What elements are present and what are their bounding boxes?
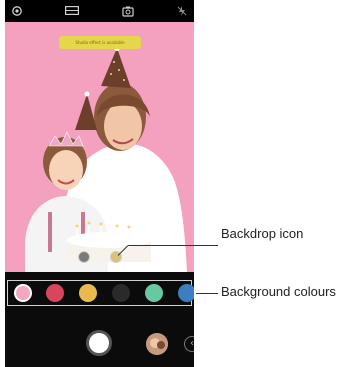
backdrop-callout-label: Backdrop icon xyxy=(221,226,304,241)
phone-screen: Studio effect is available ‹ xyxy=(5,0,194,367)
background-callout-line xyxy=(196,293,218,294)
camera-preview: Studio effect is available xyxy=(5,22,194,272)
colour-swatch[interactable] xyxy=(178,284,194,302)
background-callout-label: Background colours xyxy=(221,284,336,299)
switch-camera-icon[interactable] xyxy=(122,5,134,17)
normal-mode-icon[interactable] xyxy=(78,251,90,263)
backdrop-callout-line xyxy=(128,245,218,246)
gear-icon[interactable] xyxy=(11,5,23,17)
gallery-thumbnail[interactable] xyxy=(146,333,168,355)
colour-swatch[interactable] xyxy=(79,284,97,302)
chevron-left-icon[interactable]: ‹ xyxy=(184,336,194,352)
photo-subjects xyxy=(25,45,187,272)
camera-top-bar xyxy=(5,0,194,22)
studio-effect-toast: Studio effect is available xyxy=(59,36,141,49)
flash-off-icon[interactable] xyxy=(176,5,188,17)
colour-strip-frame xyxy=(7,280,192,306)
colour-swatch[interactable] xyxy=(112,284,130,302)
aspect-ratio-icon[interactable] xyxy=(65,6,79,15)
gallery-preview-icon xyxy=(146,333,168,355)
shutter-button[interactable] xyxy=(86,330,112,356)
colour-swatch[interactable] xyxy=(14,284,32,302)
colour-swatch[interactable] xyxy=(145,284,163,302)
colour-swatch[interactable] xyxy=(46,284,64,302)
background-colour-strip xyxy=(5,278,194,308)
